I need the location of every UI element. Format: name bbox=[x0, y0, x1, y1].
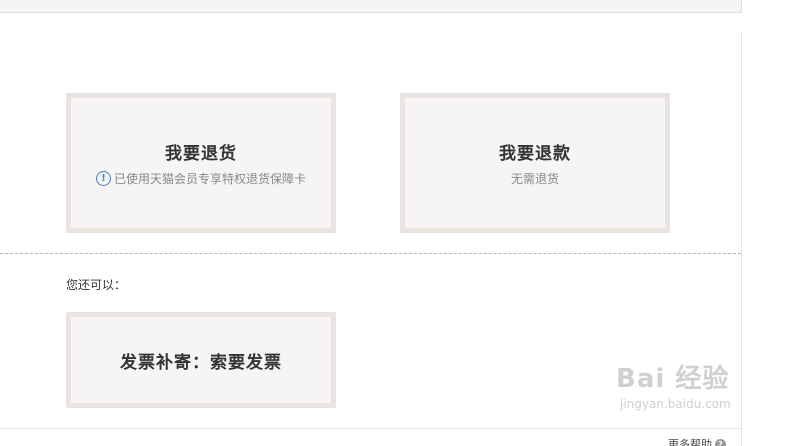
section-divider bbox=[0, 253, 741, 254]
watermark-url: jingyan.baidu.com bbox=[620, 397, 731, 411]
more-help-link[interactable]: 更多帮助 ? bbox=[668, 436, 726, 446]
refund-only-title: 我要退款 bbox=[499, 144, 571, 164]
return-goods-title: 我要退货 bbox=[165, 144, 237, 164]
refund-only-note: 无需退货 bbox=[510, 172, 559, 186]
info-icon: ! bbox=[95, 171, 111, 186]
return-goods-note: ! 已使用天猫会员专享特权退货保障卡 bbox=[95, 170, 306, 187]
more-help-label: 更多帮助 bbox=[668, 438, 712, 446]
return-goods-option[interactable]: 我要退货 ! 已使用天猫会员专享特权退货保障卡 bbox=[66, 93, 336, 233]
watermark-logo: Bai 经验 bbox=[616, 364, 730, 394]
also-can-label: 您还可以： bbox=[66, 278, 127, 292]
invoice-request-option[interactable]: 发票补寄：索要发票 bbox=[66, 312, 336, 408]
help-icon: ? bbox=[715, 438, 726, 446]
baidu-jingyan-watermark: Bai 经验 jingyan.baidu.com bbox=[616, 358, 766, 430]
top-strip bbox=[0, 0, 742, 13]
right-border bbox=[741, 32, 742, 446]
refund-page: 我要退货 ! 已使用天猫会员专享特权退货保障卡 我要退款 无需退货 您还可以： … bbox=[0, 0, 805, 446]
refund-only-option[interactable]: 我要退款 无需退货 bbox=[400, 93, 670, 233]
return-goods-note-text: 已使用天猫会员专享特权退货保障卡 bbox=[113, 172, 306, 186]
bottom-divider bbox=[0, 428, 741, 429]
invoice-request-title: 发票补寄：索要发票 bbox=[120, 352, 282, 373]
